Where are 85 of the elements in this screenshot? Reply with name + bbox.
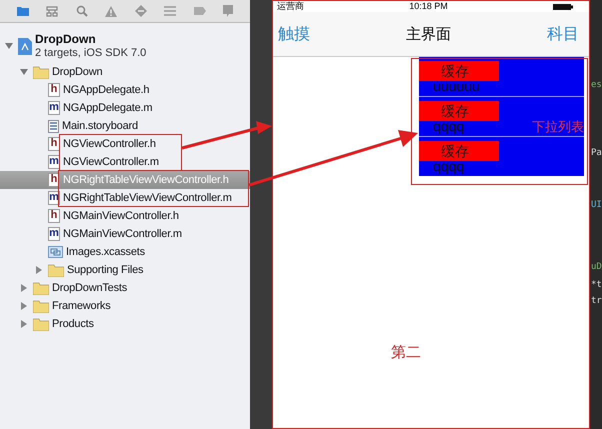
code-fragment: es: [591, 80, 602, 90]
file-name: Images.xcassets: [66, 246, 145, 258]
file-name: NGRightTableViewViewController.h: [63, 174, 229, 186]
file-row[interactable]: m NGRightTableViewViewController.m: [0, 189, 250, 207]
row-label: 缓存: [419, 141, 499, 161]
file-row[interactable]: DropDown: [0, 63, 250, 81]
folder-icon: [33, 66, 49, 78]
warning-icon[interactable]: [105, 6, 118, 16]
project-name: DropDown: [35, 32, 97, 46]
file-type-badge: m: [48, 101, 60, 115]
file-type-badge: m: [48, 155, 60, 169]
code-fragment: uD: [591, 262, 602, 272]
project-icon: [18, 38, 32, 54]
file-name: NGAppDelegate.h: [63, 84, 150, 96]
expand-triangle-icon[interactable]: [20, 302, 28, 310]
status-time: 10:18 PM: [409, 1, 448, 12]
file-type-badge: h: [48, 83, 60, 97]
expand-triangle-icon[interactable]: [35, 266, 43, 274]
code-fragment: Pa: [591, 148, 602, 158]
file-row[interactable]: m NGMainViewController.m: [0, 225, 250, 243]
file-type-badge: h: [48, 209, 60, 223]
file-name: NGAppDelegate.m: [63, 102, 152, 114]
file-row[interactable]: DropDown 2 targets, iOS SDK 7.0: [0, 29, 250, 63]
file-row[interactable]: Products: [0, 315, 250, 333]
file-name: NGRightTableViewViewController.m: [63, 192, 232, 204]
folder-icon: [33, 300, 49, 312]
right-bar-button[interactable]: 科目: [547, 24, 579, 44]
file-row[interactable]: DropDownTests: [0, 279, 250, 297]
file-type-badge: h: [48, 173, 60, 187]
folder-icon: [48, 264, 64, 276]
row-label: 缓存: [419, 61, 499, 81]
expand-triangle-icon[interactable]: [20, 284, 28, 292]
row-label: 缓存: [419, 101, 499, 121]
project-subtitle: 2 targets, iOS SDK 7.0: [35, 46, 146, 60]
row-detail: qqqq: [433, 119, 464, 133]
table-row[interactable]: 缓存 qqqq: [419, 137, 584, 176]
file-type-badge: h: [48, 137, 60, 151]
row-detail: qqqq: [433, 159, 464, 173]
image-set-icon: [48, 246, 63, 258]
file-row[interactable]: Images.xcassets: [0, 243, 250, 261]
file-name: NGMainViewController.h: [63, 210, 179, 222]
file-name: NGMainViewController.m: [63, 228, 182, 240]
collapse-triangle-icon[interactable]: [20, 68, 28, 76]
file-row[interactable]: h NGAppDelegate.h: [0, 81, 250, 99]
hierarchy-icon[interactable]: [46, 6, 58, 16]
folder-icon: [33, 318, 49, 330]
file-row[interactable]: Main.storyboard: [0, 117, 250, 135]
code-fragment: tr: [591, 296, 602, 306]
file-name: Frameworks: [52, 300, 111, 312]
file-row[interactable]: h NGViewController.h: [0, 135, 250, 153]
file-name: NGViewController.h: [63, 138, 156, 150]
collapse-triangle-icon[interactable]: [5, 42, 13, 50]
file-row[interactable]: h NGMainViewController.h: [0, 207, 250, 225]
body-label: 第二: [391, 343, 421, 362]
file-type-badge: m: [48, 227, 60, 241]
file-row[interactable]: h NGRightTableViewViewController.h: [0, 171, 250, 189]
file-row[interactable]: m NGAppDelegate.m: [0, 99, 250, 117]
list-icon[interactable]: [164, 6, 176, 16]
folder-icon: [33, 282, 49, 294]
navigation-title: 主界面: [406, 24, 451, 44]
file-name: Main.storyboard: [62, 120, 138, 132]
message-icon[interactable]: [223, 5, 234, 17]
folder-icon[interactable]: [16, 6, 29, 16]
storyboard-file-icon: [48, 120, 59, 132]
code-fragment: *t: [591, 280, 602, 290]
file-type-badge: m: [48, 191, 60, 205]
file-name: Products: [52, 318, 94, 330]
tag-icon[interactable]: [194, 7, 206, 15]
battery-icon: [553, 4, 573, 10]
carrier-name: 运营商: [277, 1, 304, 12]
table-row[interactable]: 缓存 uuuuuu: [419, 57, 584, 97]
row-detail: uuuuuu: [433, 79, 480, 93]
file-row[interactable]: Frameworks: [0, 297, 250, 315]
breakpoint-icon[interactable]: [134, 5, 147, 17]
file-row[interactable]: Supporting Files: [0, 261, 250, 279]
search-icon[interactable]: [76, 5, 88, 17]
file-row[interactable]: m NGViewController.m: [0, 153, 250, 171]
file-name: Supporting Files: [67, 264, 144, 276]
file-name: DropDown: [52, 66, 102, 78]
file-name: DropDownTests: [52, 282, 128, 294]
file-name: NGViewController.m: [63, 156, 159, 168]
expand-triangle-icon[interactable]: [20, 320, 28, 328]
left-bar-button[interactable]: 触摸: [278, 24, 310, 44]
dropdown-caption: 下拉列表: [532, 118, 584, 136]
code-fragment: UI: [591, 200, 602, 210]
